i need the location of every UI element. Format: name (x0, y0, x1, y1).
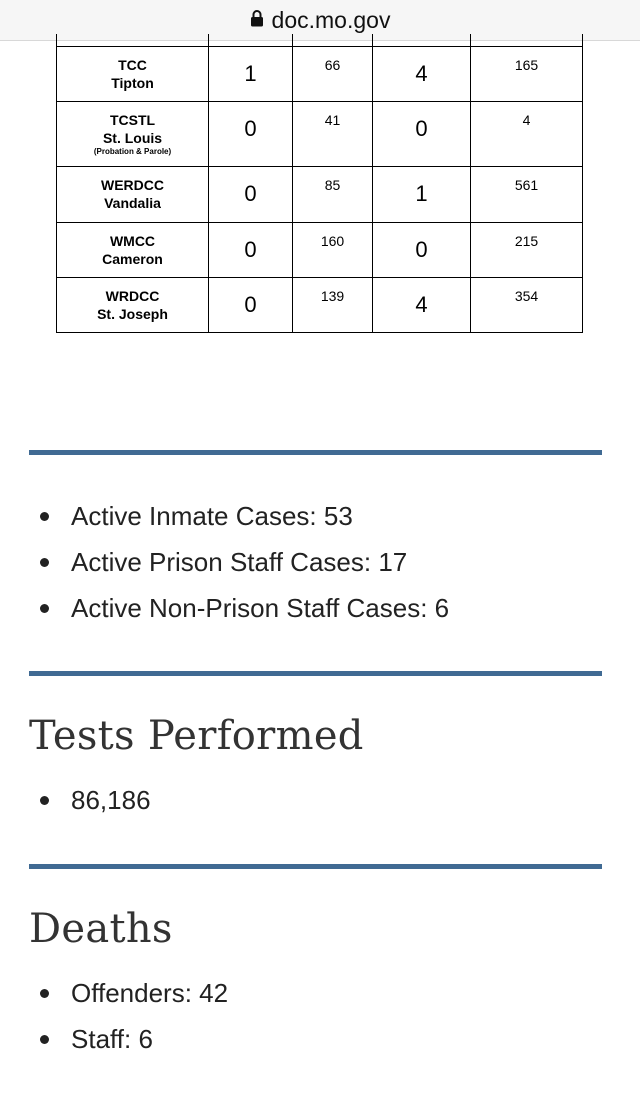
facility-location: St. Louis (102, 129, 163, 146)
facility-code: WERDCC (101, 177, 164, 193)
value-cell: 4 (372, 45, 471, 102)
table-row: WERDCC Vandalia 0 85 1 561 (56, 165, 583, 223)
facility-cell: WRDCC St. Joseph (56, 276, 209, 333)
deaths-list: Offenders: 42 Staff: 6 (0, 976, 228, 1068)
table-cell (292, 34, 373, 47)
facility-note: (Probation & Parole) (93, 146, 172, 156)
value-cell: 165 (470, 45, 583, 102)
tests-heading: Tests Performed (29, 713, 364, 759)
value-cell: 41 (292, 100, 373, 167)
table-cell (470, 34, 583, 47)
value-cell: 1 (208, 45, 293, 102)
facility-cell: WMCC Cameron (56, 221, 209, 278)
table-cell (372, 34, 471, 47)
facility-cell: TCSTL St. Louis (Probation & Parole) (56, 100, 209, 167)
value-cell: 66 (292, 45, 373, 102)
value-cell: 0 (208, 221, 293, 278)
value-cell: 0 (208, 276, 293, 333)
value-cell: 561 (470, 165, 583, 223)
table-row: WRDCC St. Joseph 0 139 4 354 (56, 276, 583, 333)
value-cell: 354 (470, 276, 583, 333)
facility-cell: TCC Tipton (56, 45, 209, 102)
facility-table: TCC Tipton 1 66 4 165 TCSTL St. Louis (Prob… (56, 34, 583, 333)
value-cell: 0 (208, 100, 293, 167)
tests-list: 86,186 (0, 783, 151, 829)
list-item: Staff: 6 (0, 1022, 228, 1068)
value-cell: 139 (292, 276, 373, 333)
value-cell: 85 (292, 165, 373, 223)
facility-location: St. Joseph (97, 305, 168, 322)
facility-location: Cameron (102, 250, 163, 267)
active-cases-list: Active Inmate Cases: 53 Active Prison St… (0, 499, 449, 637)
deaths-heading: Deaths (29, 906, 173, 952)
facility-code: WMCC (109, 232, 156, 249)
section-divider (29, 864, 602, 869)
value-cell: 0 (208, 165, 293, 223)
facility-location: Tipton (111, 74, 154, 91)
value-cell: 0 (372, 100, 471, 167)
lock-icon (250, 9, 264, 32)
value-cell: 215 (470, 221, 583, 278)
list-item: Active Prison Staff Cases: 17 (0, 545, 449, 591)
value-cell: 1 (372, 165, 471, 223)
list-item: Offenders: 42 (0, 976, 228, 1022)
table-cell (208, 34, 293, 47)
facility-code: TCSTL (109, 111, 156, 128)
table-row: TCC Tipton 1 66 4 165 (56, 45, 583, 102)
table-cell (56, 34, 209, 47)
facility-cell: WERDCC Vandalia (56, 165, 209, 223)
section-divider (29, 671, 602, 676)
list-item: Active Non-Prison Staff Cases: 6 (0, 591, 449, 637)
value-cell: 0 (372, 221, 471, 278)
value-cell: 4 (470, 100, 583, 167)
facility-location: Vandalia (104, 195, 161, 211)
facility-code: TCC (118, 56, 147, 73)
table-row: WMCC Cameron 0 160 0 215 (56, 221, 583, 278)
section-divider (29, 450, 602, 455)
value-cell: 160 (292, 221, 373, 278)
value-cell: 4 (372, 276, 471, 333)
list-item: 86,186 (0, 783, 151, 829)
facility-code: WRDCC (105, 287, 160, 304)
list-item: Active Inmate Cases: 53 (0, 499, 449, 545)
url-domain: doc.mo.gov (271, 6, 391, 33)
table-row: TCSTL St. Louis (Probation & Parole) 0 41 … (56, 100, 583, 167)
table-row-header-remnant (56, 34, 583, 47)
